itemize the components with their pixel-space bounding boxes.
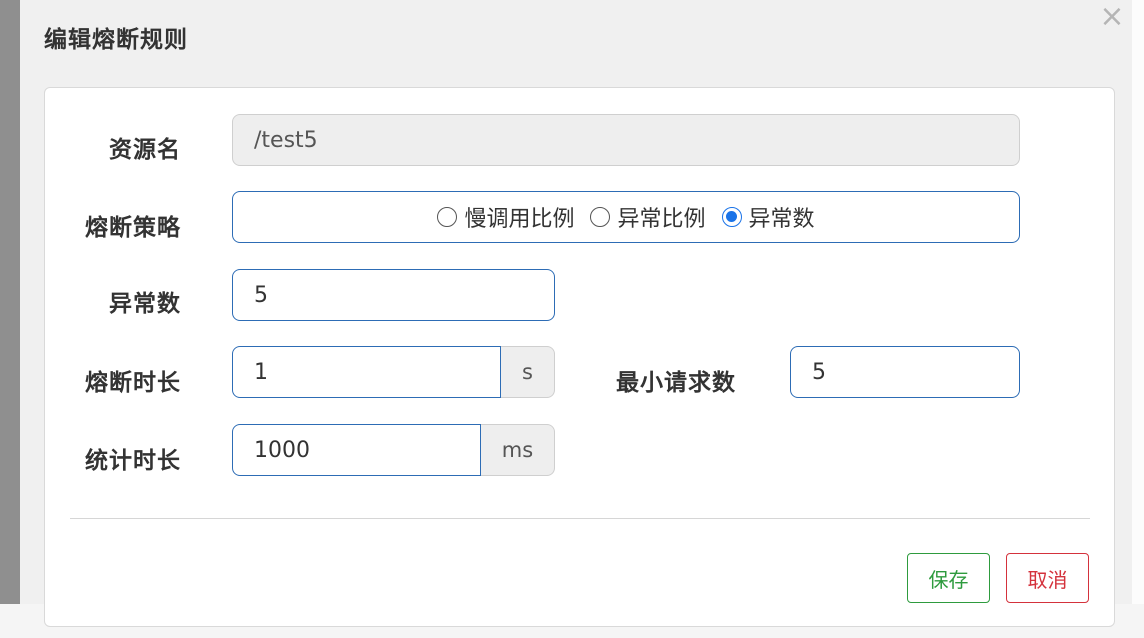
strategy-option-label: 慢调用比例 [464,207,575,232]
strategy-option-label: 异常数 [748,207,815,232]
save-button[interactable]: 保存 [907,553,990,603]
strategy-label: 熔断策略 [85,215,181,241]
strategy-option-exception-count[interactable]: 异常数 [721,201,815,233]
exception-count-input[interactable]: 5 [232,269,555,321]
overlay-right [1132,0,1144,604]
form-panel: 资源名 /test5 熔断策略 慢调用比例 异常比例 异常数 异常数 5 熔断时… [44,87,1115,627]
break-duration-label: 熔断时长 [85,370,181,396]
resource-input: /test5 [232,114,1020,166]
radio-unchecked-icon[interactable] [437,207,458,227]
radio-checked-icon[interactable] [721,207,742,227]
resource-label: 资源名 [109,137,181,163]
break-duration-input[interactable]: 1 [232,346,501,398]
divider [70,518,1090,519]
exception-count-label: 异常数 [109,291,181,317]
min-request-label: 最小请求数 [616,370,736,396]
edit-rule-modal: 编辑熔断规则 × 资源名 /test5 熔断策略 慢调用比例 异常比例 异常数 … [20,0,1132,627]
break-duration-unit: s [501,346,555,398]
strategy-option-label: 异常比例 [617,207,706,232]
cancel-button[interactable]: 取消 [1006,553,1089,603]
min-request-input[interactable]: 5 [790,346,1020,398]
strategy-option-slow-ratio[interactable]: 慢调用比例 [437,201,574,233]
modal-title: 编辑熔断规则 [44,27,188,53]
radio-unchecked-icon[interactable] [590,207,611,227]
stat-duration-input[interactable]: 1000 [232,424,481,476]
strategy-option-exception-ratio[interactable]: 异常比例 [590,201,706,233]
overlay-left [0,0,20,604]
strategy-radio-group: 慢调用比例 异常比例 异常数 [232,191,1020,243]
stat-duration-unit: ms [481,424,555,476]
close-icon[interactable]: × [1098,2,1126,32]
stat-duration-label: 统计时长 [85,448,181,474]
